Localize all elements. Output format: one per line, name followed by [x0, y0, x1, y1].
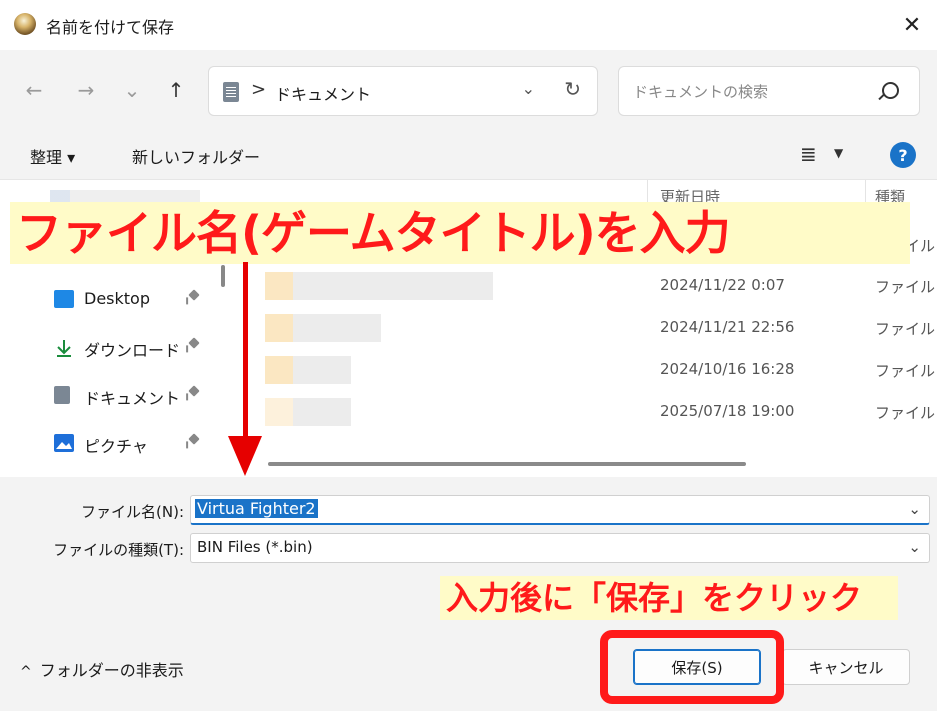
documents-icon: [54, 386, 70, 404]
nav-item-desktop[interactable]: Desktop: [50, 284, 210, 314]
file-row[interactable]: 2024/11/21 22:56 ファイル フ: [235, 308, 937, 350]
folder-icon: [265, 314, 293, 342]
new-folder-button[interactable]: 新しいフォルダー: [132, 144, 260, 168]
folder-icon: [265, 272, 293, 300]
filetype-select[interactable]: BIN Files (*.bin) ⌄: [190, 533, 930, 563]
close-button[interactable]: ✕: [887, 0, 937, 50]
blurred-file-name: [293, 356, 351, 384]
chevron-down-icon[interactable]: ⌄: [908, 538, 921, 556]
filename-label: ファイル名(N):: [81, 503, 184, 521]
file-date: 2024/10/16 16:28: [660, 360, 795, 378]
desktop-icon: [54, 290, 74, 308]
up-button[interactable]: ↑: [162, 76, 190, 104]
help-icon: ?: [898, 145, 908, 165]
file-date: 2024/11/21 22:56: [660, 318, 795, 336]
annotation-arrow-head: [228, 436, 262, 476]
chevron-down-icon: ⌄: [123, 78, 141, 102]
breadcrumb-separator: >: [251, 79, 267, 100]
search-icon[interactable]: [882, 82, 899, 99]
filename-value: Virtua Fighter2: [195, 499, 318, 518]
file-row[interactable]: 2024/11/22 0:07 ファイル フ: [235, 266, 937, 308]
blurred-file-name: [293, 314, 381, 342]
pin-icon[interactable]: [188, 289, 200, 301]
forward-arrow-icon: →: [77, 78, 95, 102]
annotation-enter-filename: ファイル名(ゲームタイトル)を入力: [10, 202, 910, 264]
recent-locations-button[interactable]: ⌄: [118, 76, 146, 104]
nav-item-label: ピクチャ: [84, 437, 148, 456]
pin-icon[interactable]: [188, 337, 200, 349]
refresh-icon[interactable]: ↻: [564, 77, 581, 101]
file-date: 2025/07/18 19:00: [660, 402, 795, 420]
close-icon: ✕: [902, 12, 922, 38]
file-type: ファイル フ: [875, 404, 937, 422]
annotation-click-save: 入力後に「保存」をクリック: [440, 576, 898, 620]
chevron-up-icon: ^: [20, 664, 32, 680]
folder-icon: [265, 398, 293, 426]
nav-item-documents[interactable]: ドキュメント: [50, 380, 210, 410]
filetype-value: BIN Files (*.bin): [197, 538, 313, 556]
command-toolbar: 整理 ▾ 新しいフォルダー ≣ ▼ ?: [0, 130, 937, 180]
annotation-save-highlight: [600, 630, 784, 704]
address-dropdown-icon[interactable]: ⌄: [522, 79, 535, 98]
nav-item-label: ダウンロード: [84, 341, 181, 360]
up-arrow-icon: ↑: [167, 78, 185, 102]
filetype-label: ファイルの種類(T):: [53, 541, 184, 559]
view-options-caret-icon[interactable]: ▼: [834, 146, 843, 160]
navigation-bar: ← → ⌄ ↑ > ドキュメント ⌄ ↻: [0, 50, 937, 130]
title-bar: 名前を付けて保存 ✕: [0, 0, 937, 50]
nav-item-downloads[interactable]: ダウンロード: [50, 332, 210, 362]
pin-icon[interactable]: [188, 433, 200, 445]
filename-input[interactable]: Virtua Fighter2 ⌄: [190, 495, 930, 525]
hide-folders-label: フォルダーの非表示: [39, 661, 184, 680]
documents-folder-icon: [223, 82, 239, 102]
pictures-icon: [54, 434, 74, 452]
help-button[interactable]: ?: [890, 142, 916, 168]
file-type: ファイル フ: [875, 278, 937, 296]
back-button[interactable]: ←: [20, 76, 48, 104]
organize-button[interactable]: 整理 ▾: [30, 144, 75, 168]
blurred-file-name: [293, 398, 351, 426]
view-options-icon[interactable]: ≣: [800, 142, 817, 166]
forward-button[interactable]: →: [72, 76, 100, 104]
window-title: 名前を付けて保存: [46, 18, 175, 37]
file-type: ファイル フ: [875, 362, 937, 380]
hide-folders-toggle[interactable]: ^ フォルダーの非表示: [20, 657, 184, 681]
horizontal-scrollbar[interactable]: [268, 462, 746, 466]
search-input[interactable]: [631, 79, 875, 105]
file-type: ファイル フ: [875, 320, 937, 338]
file-row[interactable]: 2024/10/16 16:28 ファイル フ: [235, 350, 937, 392]
nav-item-label: ドキュメント: [84, 389, 181, 408]
save-as-dialog: 名前を付けて保存 ✕ ← → ⌄ ↑ > ドキュメント ⌄ ↻ ドキュメントの検…: [0, 0, 937, 711]
file-date: 2024/11/22 0:07: [660, 276, 785, 294]
app-icon: [14, 13, 36, 35]
chevron-down-icon[interactable]: ⌄: [908, 500, 921, 518]
nav-item-label: Desktop: [84, 289, 150, 308]
address-bar[interactable]: > ドキュメント ⌄ ↻: [208, 66, 598, 116]
blurred-file-name: [293, 272, 493, 300]
annotation-arrow: [243, 262, 248, 440]
navpane-scrollbar[interactable]: [221, 265, 225, 287]
breadcrumb-documents[interactable]: ドキュメント: [275, 81, 371, 105]
nav-item-pictures[interactable]: ピクチャ: [50, 428, 210, 458]
file-row[interactable]: 2025/07/18 19:00 ファイル フ: [235, 392, 937, 434]
pin-icon[interactable]: [188, 385, 200, 397]
search-box: [618, 66, 920, 116]
back-arrow-icon: ←: [25, 78, 43, 102]
folder-icon: [265, 356, 293, 384]
cancel-button[interactable]: キャンセル: [782, 649, 910, 685]
download-icon: [54, 338, 74, 357]
